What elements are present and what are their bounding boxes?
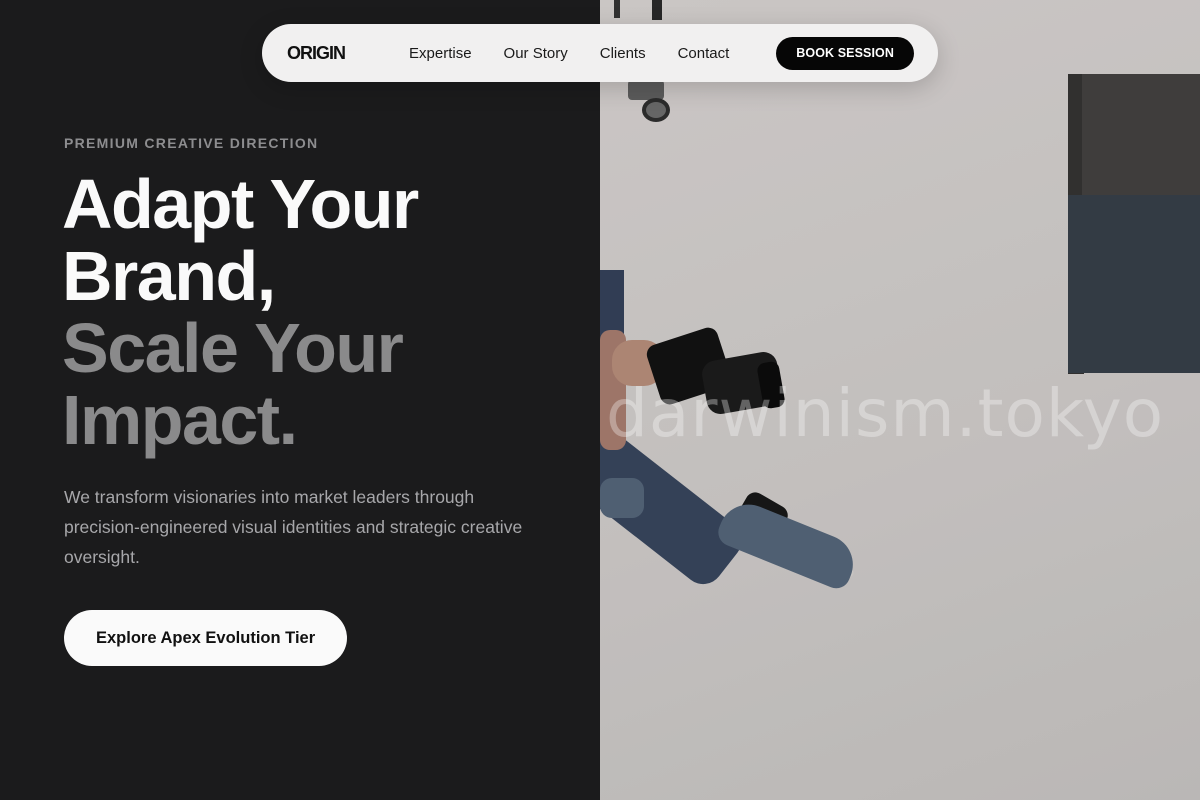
hero-description: We transform visionaries into market lea… [64, 487, 523, 567]
hero-panel: PREMIUM CREATIVE DIRECTION Adapt Your Br… [0, 0, 600, 800]
hero-eyebrow: PREMIUM CREATIVE DIRECTION [64, 135, 319, 151]
headline-line-4: Impact. [62, 381, 298, 459]
headline-line-1: Adapt Your [62, 165, 419, 243]
photo-watermark: darwinism.tokyo [606, 375, 1165, 452]
hero-headline: Adapt Your Brand, Scale Your Impact. [62, 165, 419, 459]
headline-line-2: Brand, [62, 237, 276, 315]
nav-link-clients[interactable]: Clients [600, 45, 646, 62]
book-session-button[interactable]: BOOK SESSION [776, 36, 914, 70]
nav-link-our-story[interactable]: Our Story [504, 45, 568, 62]
hero-photo: darwinism.tokyo [600, 0, 1200, 800]
nav-link-expertise[interactable]: Expertise [409, 45, 472, 62]
nav-links: Expertise Our Story Clients Contact [409, 45, 729, 62]
top-navbar: ORIGIN Expertise Our Story Clients Conta… [262, 24, 938, 82]
brand-logo[interactable]: ORIGIN [287, 43, 346, 64]
headline-line-3: Scale Your [62, 309, 404, 387]
nav-link-contact[interactable]: Contact [678, 45, 730, 62]
explore-tier-button[interactable]: Explore Apex Evolution Tier [64, 610, 348, 666]
